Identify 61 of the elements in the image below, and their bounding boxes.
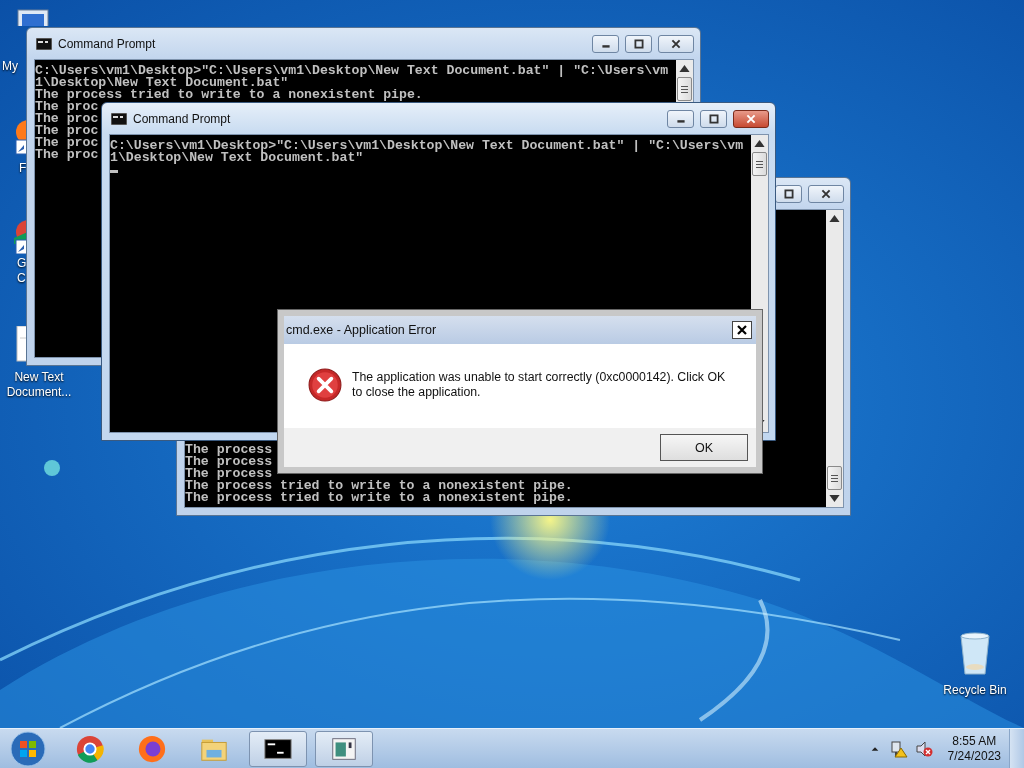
scroll-thumb[interactable]: [752, 152, 767, 176]
console-line: The proc: [35, 137, 99, 149]
desktop-icon-label[interactable]: My: [2, 59, 18, 74]
close-button[interactable]: [658, 35, 694, 53]
scroll-thumb[interactable]: [677, 77, 692, 101]
scroll-thumb[interactable]: [827, 466, 842, 490]
error-icon: [308, 368, 342, 402]
close-icon: [820, 189, 832, 199]
console-line: The process tried to write to a nonexistent pipe.: [35, 89, 423, 101]
speaker-muted-icon[interactable]: [914, 739, 933, 758]
console-icon: [36, 37, 52, 50]
console-line: C:\Users\vm1\Desktop>"C:\Users\vm1\Desktop\New Text Document.bat" | "C:\Users\vm: [110, 140, 744, 152]
restore-icon: [782, 189, 795, 199]
console-line: 1\Desktop\New Text Document.bat": [110, 152, 364, 164]
ok-button[interactable]: OK: [660, 434, 748, 461]
console-line: The process tried to write to a nonexistent pipe.: [185, 492, 573, 504]
firefox-icon: [137, 733, 167, 764]
scrollbar[interactable]: [826, 210, 843, 507]
dialog-title: cmd.exe - Application Error: [286, 323, 438, 337]
chrome-icon: [75, 733, 105, 764]
console-line: The proc: [35, 125, 99, 137]
close-button[interactable]: [733, 110, 769, 128]
close-icon: [745, 114, 757, 124]
close-button[interactable]: [808, 185, 844, 203]
restore-icon: [632, 39, 645, 49]
desktop-icon-label[interactable]: F: [19, 161, 27, 176]
restore-button[interactable]: [700, 110, 727, 128]
start-button[interactable]: [10, 730, 46, 767]
minimize-button[interactable]: [667, 110, 694, 128]
console-line: The proc: [35, 149, 99, 161]
desktop-icon-label[interactable]: C: [17, 271, 26, 286]
firefox-shortcut-icon[interactable]: [14, 118, 26, 156]
desktop-icon-label[interactable]: Recycle Bin: [943, 683, 1007, 698]
desktop-icon-label[interactable]: New Text: [14, 370, 64, 385]
minimize-button[interactable]: [592, 35, 619, 53]
console-line: The process: [185, 468, 273, 480]
console-line: 1\Desktop\New Text Document.bat": [35, 77, 289, 89]
error-message: The application was unable to start correctly (0xc0000142). Click OK to close the application.: [352, 370, 727, 400]
clock-time[interactable]: 8:55 AM: [952, 733, 997, 749]
desktop-icon-label[interactable]: Document...: [6, 385, 72, 400]
window-title: Command Prompt: [133, 111, 231, 126]
cmd-taskbar-button[interactable]: [249, 730, 307, 767]
window-title: Command Prompt: [58, 36, 156, 51]
restore-button[interactable]: [625, 35, 652, 53]
network-warning-icon[interactable]: [889, 739, 908, 758]
restore-button[interactable]: [775, 185, 802, 203]
clock-date[interactable]: 7/24/2023: [947, 748, 1001, 764]
restore-icon: [707, 114, 720, 124]
app-taskbar-button[interactable]: [315, 730, 373, 767]
console-icon: [111, 112, 127, 125]
console-line: The process: [185, 444, 273, 456]
console-line: The process: [185, 456, 273, 468]
close-icon: [736, 324, 748, 336]
console-line: The proc: [35, 113, 99, 125]
text-file-icon[interactable]: [16, 326, 26, 362]
close-button[interactable]: [732, 321, 752, 339]
console-line: C:\Users\vm1\Desktop>"C:\Users\vm1\Desktop\New Text Document.bat" | "C:\Users\vm: [35, 65, 669, 77]
console-line: The proc: [35, 101, 99, 113]
desktop-icon-label[interactable]: G: [17, 256, 27, 271]
close-icon: [670, 39, 682, 49]
console-line: The process tried to write to a nonexistent pipe.: [185, 480, 573, 492]
